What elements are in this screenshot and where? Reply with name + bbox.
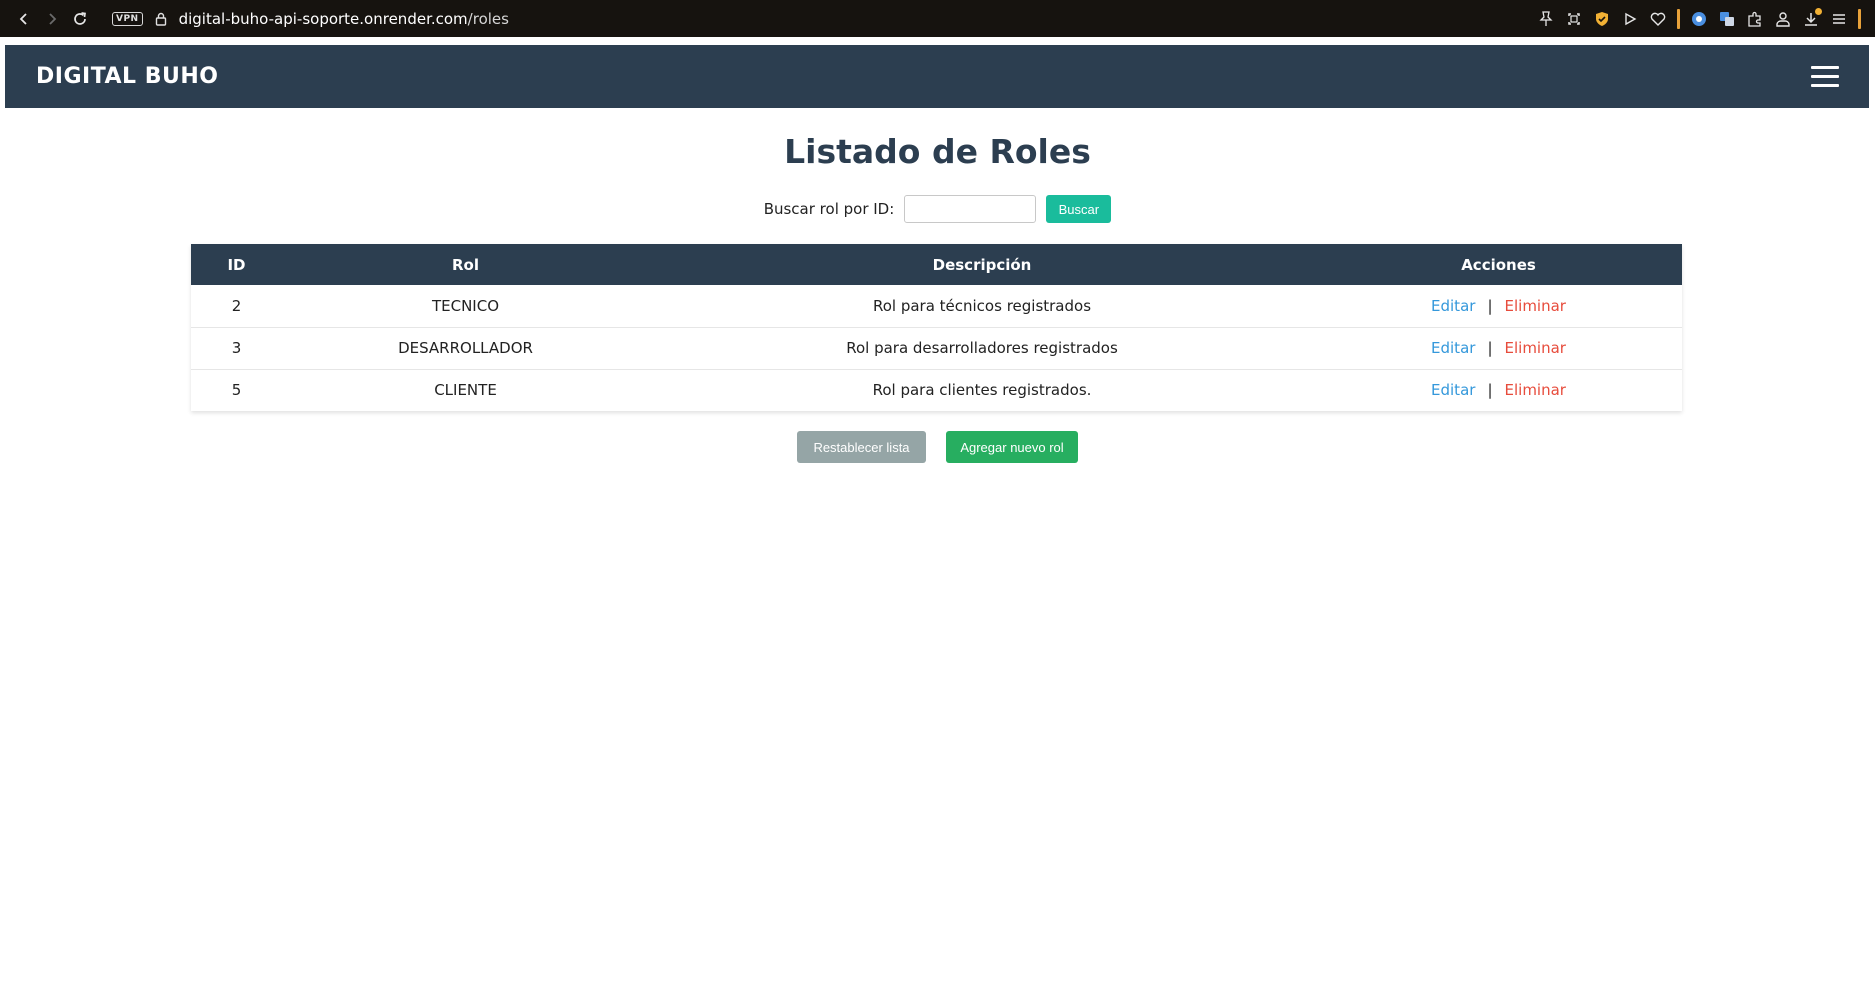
edit-link[interactable]: Editar [1431,297,1475,315]
table-row: 3 DESARROLLADOR Rol para desarrolladores… [191,327,1682,369]
puzzle-icon[interactable] [1746,10,1764,28]
edit-link[interactable]: Editar [1431,381,1475,399]
cell-descripcion: Rol para clientes registrados. [872,381,1092,400]
extension-toolbar [1537,0,1861,37]
back-button[interactable] [10,5,38,33]
action-separator: | [1487,381,1493,400]
table-header-row: ID Rol Descripción Acciones [191,244,1682,285]
chevron-right-icon [49,12,57,25]
cell-rol: CLIENTE [434,381,497,400]
cell-acciones: Editar | Eliminar [1315,285,1682,327]
app-navbar: DIGITAL BUHO [5,45,1869,108]
cell-acciones: Editar | Eliminar [1315,369,1682,411]
edit-link[interactable]: Editar [1431,339,1475,357]
reload-button[interactable] [66,5,94,33]
screenshot-icon[interactable] [1565,10,1583,28]
delete-link[interactable]: Eliminar [1505,339,1566,357]
menu-lines-icon[interactable] [1830,10,1848,28]
notification-dot [1815,7,1822,15]
column-header-rol: Rol [452,255,479,274]
cell-descripcion: Rol para desarrolladores registrados [846,339,1118,357]
delete-link[interactable]: Eliminar [1505,381,1566,399]
add-role-button[interactable]: Agregar nuevo rol [946,431,1078,463]
toolbar-separator [1677,8,1680,29]
pin-icon[interactable] [1537,10,1555,28]
hamburger-line [1811,84,1839,87]
browser-toolbar: VPN digital-buho-api-soporte.onrender.co… [0,0,1875,37]
cell-rol: DESARROLLADOR [398,339,533,357]
translate-icon[interactable] [1718,10,1736,28]
action-separator: | [1487,296,1493,315]
reload-icon [74,11,86,25]
cell-id: 5 [231,381,242,400]
vpn-badge[interactable]: VPN [112,11,143,26]
hamburger-line [1811,75,1839,78]
action-separator: | [1487,339,1493,357]
cell-rol: TECNICO [431,296,500,315]
reset-list-button[interactable]: Restablecer lista [797,431,926,463]
address-bar[interactable]: digital-buho-api-soporte.onrender.com/ro… [179,10,509,28]
search-form: Buscar rol por ID: Buscar [0,193,1875,225]
delete-link[interactable]: Eliminar [1505,297,1566,315]
search-input[interactable] [904,195,1037,223]
toolbar-separator-end [1858,8,1861,29]
forward-button[interactable] [38,5,66,33]
play-icon[interactable] [1621,10,1639,28]
list-actions: Restablecer lista Agregar nuevo rol [0,431,1875,463]
vpn-globe-icon[interactable] [1690,10,1708,28]
profile-icon[interactable] [1774,10,1792,28]
download-icon[interactable] [1802,7,1822,28]
cell-id: 2 [231,296,242,315]
cell-descripcion: Rol para técnicos registrados [872,296,1092,315]
table-row: 2 TECNICO Rol para técnicos registrados … [191,285,1682,327]
hamburger-line [1811,66,1839,69]
search-label: Buscar rol por ID: [763,200,895,218]
lock-icon[interactable] [153,11,169,27]
search-button[interactable]: Buscar [1046,195,1112,223]
hamburger-menu-button[interactable] [1811,63,1839,91]
column-header-acciones: Acciones [1461,255,1536,274]
brand-logo-text[interactable]: DIGITAL BUHO [36,45,218,108]
page-title: Listado de Roles [784,132,1091,171]
column-header-descripcion: Descripción [932,255,1032,274]
url-host: digital-buho-api-soporte.onrender.com [178,9,468,28]
shield-icon[interactable] [1593,10,1611,28]
column-header-id: ID [227,255,246,274]
roles-table-container: ID Rol Descripción Acciones 2 TECNICO Ro… [191,244,1682,411]
heart-icon[interactable] [1649,10,1667,28]
url-path: /roles [467,9,509,28]
roles-table: ID Rol Descripción Acciones 2 TECNICO Ro… [191,244,1682,411]
chevron-left-icon [19,12,27,25]
cell-acciones: Editar | Eliminar [1315,327,1682,369]
table-row: 5 CLIENTE Rol para clientes registrados.… [191,369,1682,411]
cell-id: 3 [231,339,242,357]
